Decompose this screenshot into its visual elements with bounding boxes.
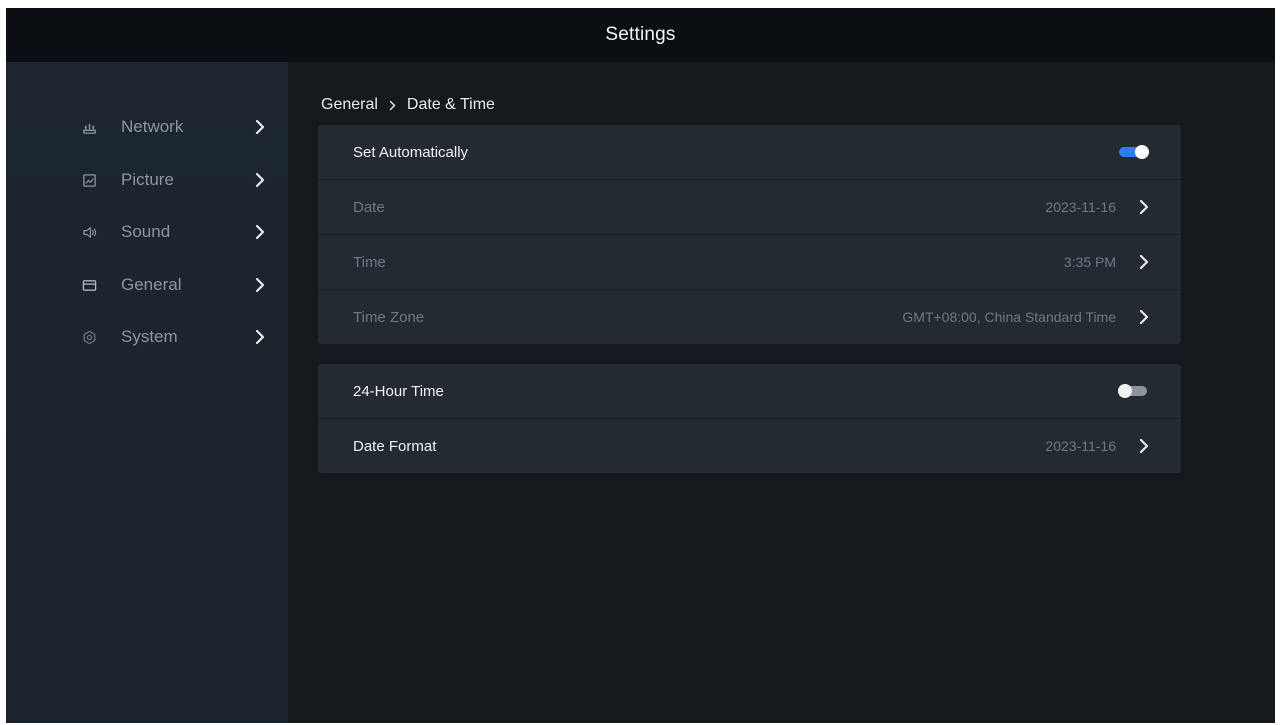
sidebar-item-label: Picture	[121, 170, 174, 189]
chevron-right-icon	[1137, 254, 1151, 270]
row-label: Date Format	[353, 437, 437, 455]
set-automatically-row[interactable]: Set Automatically	[318, 125, 1181, 180]
row-label: Set Automatically	[353, 143, 469, 161]
set-automatically-toggle[interactable]	[1119, 145, 1149, 159]
chevron-right-icon	[254, 277, 268, 293]
row-label: 24-Hour Time	[353, 382, 444, 400]
picture-icon	[81, 172, 97, 188]
breadcrumb-current: Date & Time	[406, 96, 495, 113]
sidebar-item-label: Sound	[121, 222, 171, 241]
tv-settings-screen: Settings Network Picture Sound General S…	[6, 8, 1275, 723]
settings-panel: General Date & Time Set Automatically Da…	[288, 62, 1275, 723]
sidebar-item-network[interactable]: Network	[6, 107, 288, 147]
sidebar-item-label: Network	[121, 117, 184, 136]
time-zone-row[interactable]: Time Zone GMT+08:00, China Standard Time	[318, 290, 1181, 344]
time-value: 3:35 PM	[1063, 254, 1116, 270]
sidebar-item-label: General	[121, 275, 182, 294]
row-label: Date	[353, 198, 385, 216]
date-format-value: 2023-11-16	[1045, 438, 1116, 454]
breadcrumb-parent[interactable]: General	[321, 96, 378, 114]
date-format-row[interactable]: Date Format 2023-11-16	[318, 419, 1181, 473]
sidebar-item-sound[interactable]: Sound	[6, 212, 288, 252]
sidebar-item-label: System	[121, 327, 178, 346]
title-bar: Settings	[6, 8, 1275, 62]
breadcrumb-separator-icon	[388, 100, 397, 111]
time-format-settings-group: 24-Hour Time Date Format 2023-11-16	[318, 364, 1181, 473]
general-icon	[81, 277, 97, 293]
24-hour-time-row[interactable]: 24-Hour Time	[318, 364, 1181, 419]
chevron-right-icon	[254, 224, 268, 240]
toggle-knob	[1118, 384, 1132, 398]
chevron-right-icon	[254, 119, 268, 135]
time-row[interactable]: Time 3:35 PM	[318, 235, 1181, 290]
24-hour-time-toggle[interactable]	[1118, 384, 1149, 398]
date-row[interactable]: Date 2023-11-16	[318, 180, 1181, 235]
chevron-right-icon	[1137, 199, 1151, 215]
row-label: Time	[353, 253, 386, 271]
row-label: Time Zone	[353, 308, 425, 326]
date-time-settings-group: Set Automatically Date 2023-11-16 Time 3…	[318, 125, 1181, 344]
sidebar-item-system[interactable]: System	[6, 317, 288, 357]
network-icon	[81, 119, 97, 135]
chevron-right-icon	[1137, 309, 1151, 325]
page-title: Settings	[605, 24, 676, 45]
chevron-right-icon	[254, 172, 268, 188]
pointer-icon	[861, 719, 867, 723]
system-icon	[81, 329, 97, 345]
chevron-right-icon	[1137, 438, 1151, 454]
chevron-right-icon	[254, 329, 268, 345]
sidebar: Network Picture Sound General System	[6, 62, 288, 723]
toggle-knob	[1135, 145, 1149, 159]
sidebar-item-general[interactable]: General	[6, 265, 288, 305]
sidebar-item-picture[interactable]: Picture	[6, 160, 288, 200]
date-value: 2023-11-16	[1045, 199, 1116, 215]
breadcrumb: General Date & Time	[321, 96, 495, 114]
time-zone-value: GMT+08:00, China Standard Time	[902, 309, 1116, 325]
sound-icon	[81, 224, 97, 240]
